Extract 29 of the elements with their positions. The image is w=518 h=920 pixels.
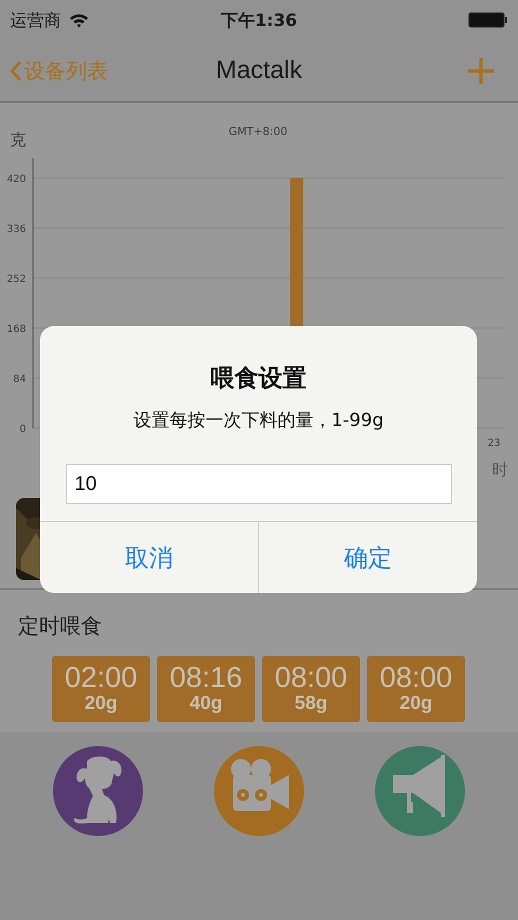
battery-icon: [468, 12, 508, 28]
section-title: 定时喂食: [18, 613, 103, 640]
feeding-time-tile[interactable]: 08:00 20g: [367, 656, 465, 722]
feeding-time-tile[interactable]: 08:00 58g: [262, 656, 360, 722]
y-tick-label: 336: [6, 224, 26, 235]
feeding-time-tile[interactable]: 08:16 40g: [157, 656, 255, 722]
back-label: 设备列表: [24, 58, 108, 84]
dialog-title: 喂食设置: [210, 363, 306, 394]
wifi-icon: [69, 12, 89, 28]
cancel-button[interactable]: 取消: [40, 522, 258, 593]
chart-title: GMT+8:00: [228, 125, 288, 138]
status-time: 下午1:36: [220, 10, 298, 32]
y-tick-label: 420: [6, 174, 26, 185]
carrier-name: 运营商: [10, 10, 61, 32]
confirm-button[interactable]: 确定: [258, 522, 477, 593]
plus-icon: [468, 58, 494, 84]
x-tick-label: 23: [488, 438, 500, 449]
page-title: Mactalk: [216, 56, 302, 85]
y-tick-label: 168: [6, 324, 26, 335]
back-link[interactable]: 设备列表: [10, 56, 108, 84]
feeding-time-tile[interactable]: 02:00 20g: [52, 656, 150, 722]
y-axis-label: 克: [10, 130, 26, 149]
y-tick-label: 252: [6, 274, 26, 285]
dialog-message: 设置每按一次下料的量，1-99g: [133, 409, 384, 432]
chevron-left-icon: [10, 60, 22, 82]
y-tick-label: 84: [13, 374, 26, 385]
x-axis-label: 时: [492, 460, 508, 479]
y-tick-label: 0: [20, 424, 26, 435]
amount-input-field[interactable]: 10: [66, 464, 452, 504]
